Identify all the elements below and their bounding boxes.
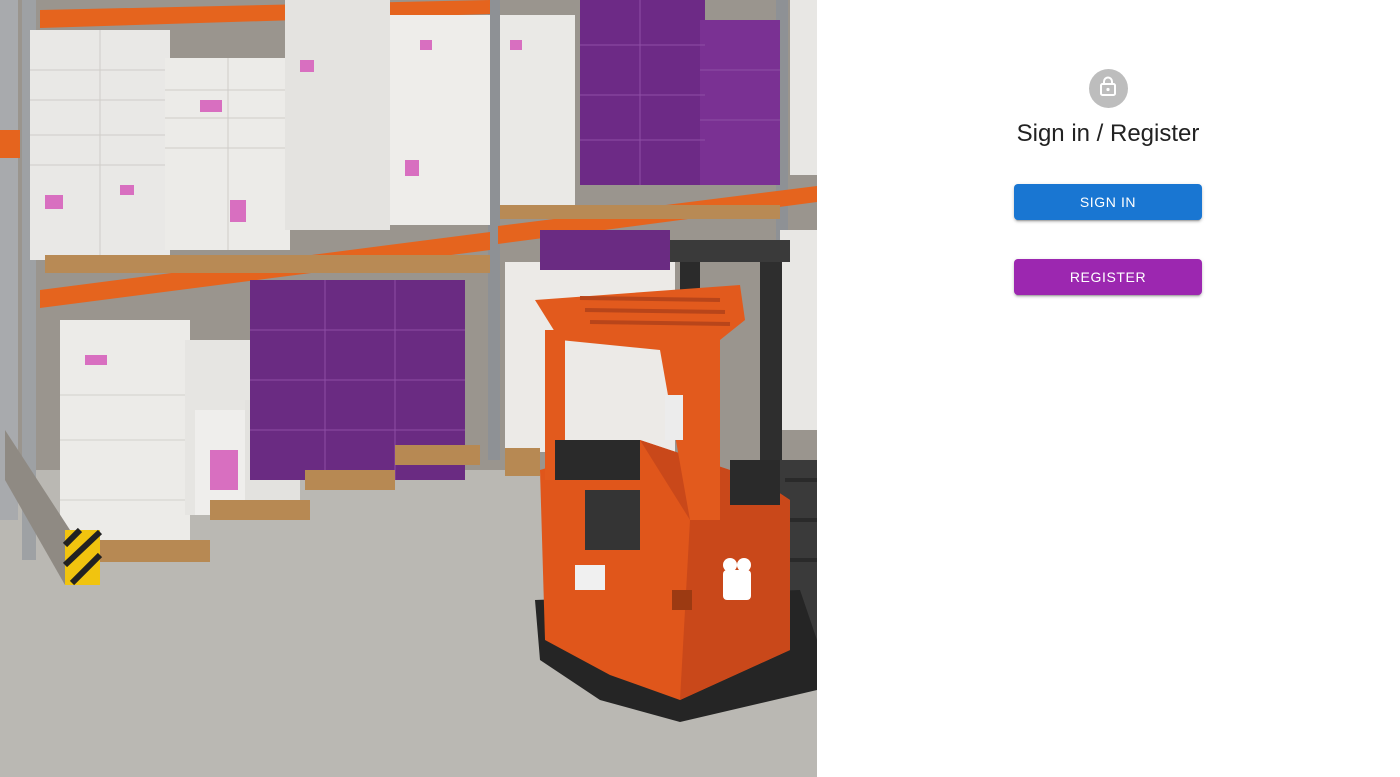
sign-in-page: Sign in / Register SIGN IN REGISTER (0, 0, 1400, 777)
sign-in-button[interactable]: SIGN IN (1014, 184, 1202, 220)
warehouse-photo (0, 0, 817, 777)
lock-icon (1098, 75, 1118, 102)
register-button[interactable]: REGISTER (1014, 259, 1202, 295)
hero-image (0, 0, 817, 777)
page-title: Sign in / Register (1016, 120, 1200, 147)
avatar (1088, 69, 1128, 108)
auth-panel: Sign in / Register SIGN IN REGISTER (817, 0, 1400, 777)
auth-form: Sign in / Register SIGN IN REGISTER (1014, 69, 1202, 295)
